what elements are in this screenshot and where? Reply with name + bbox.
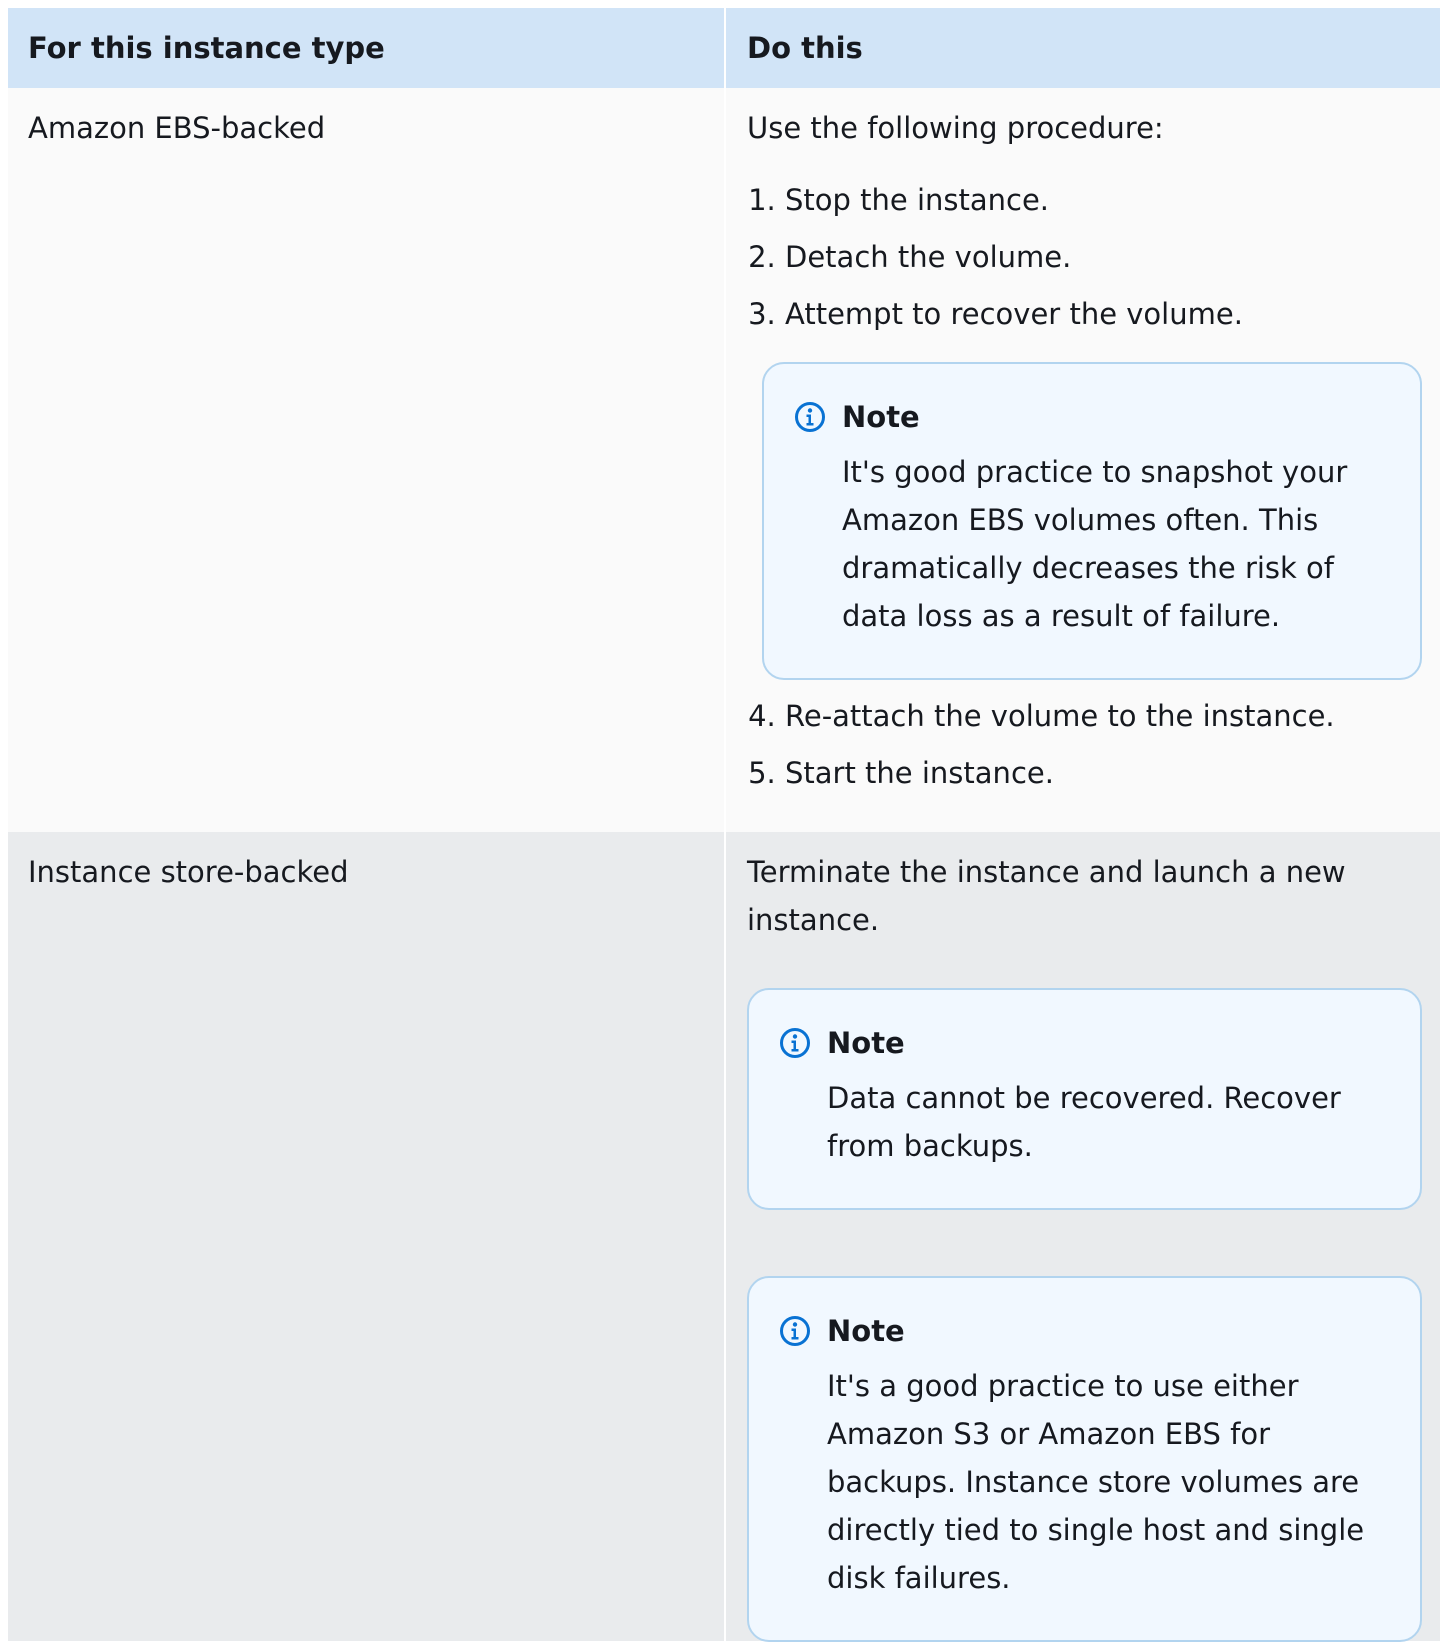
procedure-step: Attempt to recover the volume. bbox=[785, 290, 1422, 338]
note-title: Note bbox=[827, 1314, 905, 1348]
table-row-instance-store-action-cell: Terminate the instance and launch a new … bbox=[726, 832, 1440, 1642]
note-text: It's good practice to snapshot your Amaz… bbox=[842, 455, 1348, 633]
note-text: Data cannot be recovered. Recover from b… bbox=[827, 1081, 1341, 1163]
info-icon bbox=[795, 402, 825, 432]
procedure-step: Detach the volume. bbox=[785, 233, 1422, 281]
note-box: Note Data cannot be recovered. Recover f… bbox=[747, 988, 1422, 1210]
procedure-intro: Use the following procedure: bbox=[747, 111, 1164, 145]
note-title: Note bbox=[827, 1026, 905, 1060]
note-header: Note bbox=[779, 1308, 1390, 1354]
column-header-do-this: Do this bbox=[726, 8, 1440, 88]
table-row-ebs-action-cell: Use the following procedure: Stop the in… bbox=[726, 88, 1440, 832]
procedure-step: Stop the instance. bbox=[785, 176, 1422, 224]
info-icon bbox=[780, 1028, 810, 1058]
note-title: Note bbox=[842, 400, 920, 434]
instance-type-label: Instance store-backed bbox=[28, 855, 349, 889]
action-text: Terminate the instance and launch a new … bbox=[747, 855, 1346, 937]
column-header-instance-type: For this instance type bbox=[8, 8, 726, 88]
note-header: Note bbox=[794, 394, 1390, 440]
procedure-step: Start the instance. bbox=[785, 749, 1422, 797]
table-row-instance-store-type-cell: Instance store-backed bbox=[8, 832, 726, 1641]
note-box: Note It's a good practice to use either … bbox=[747, 1276, 1422, 1642]
procedure-steps: Stop the instance. Detach the volume. At… bbox=[747, 176, 1422, 338]
instance-type-table: For this instance type Do this Amazon EB… bbox=[8, 8, 1440, 1642]
note-box: Note It's good practice to snapshot your… bbox=[762, 362, 1422, 680]
procedure-step: Re-attach the volume to the instance. bbox=[785, 692, 1422, 740]
note-text: It's a good practice to use either Amazo… bbox=[827, 1369, 1365, 1595]
note-header: Note bbox=[779, 1020, 1390, 1066]
info-icon bbox=[780, 1316, 810, 1346]
procedure-steps-continued: Re-attach the volume to the instance. St… bbox=[747, 692, 1422, 797]
instance-type-label: Amazon EBS-backed bbox=[28, 111, 326, 145]
table-row-ebs-type-cell: Amazon EBS-backed bbox=[8, 88, 726, 832]
